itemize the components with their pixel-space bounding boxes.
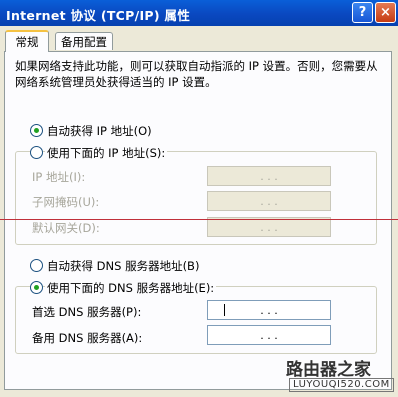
intro-text: 如果网络支持此功能，则可以获取自动指派的 IP 设置。否则，您需要从网络系统管理… xyxy=(15,59,378,89)
default-gateway-label: 默认网关(D): xyxy=(32,221,100,235)
alternate-dns-label: 备用 DNS 服务器(A): xyxy=(32,331,143,345)
preferred-dns-value: . . . xyxy=(260,303,278,317)
red-divider-line xyxy=(0,219,398,220)
tab-alternate-configuration[interactable]: 备用配置 xyxy=(55,32,113,50)
auto-dns-label[interactable]: 自动获得 DNS 服务器地址(B) xyxy=(47,258,199,274)
help-button[interactable]: ? xyxy=(352,2,373,23)
ip-address-field[interactable]: . . . xyxy=(207,166,331,186)
watermark-logo: 路由器之家 xyxy=(286,360,371,380)
watermark-url: LUYOUQI520.COM xyxy=(289,378,394,392)
default-gateway-field[interactable]: . . . xyxy=(207,217,331,237)
tab-general[interactable]: 常规 xyxy=(5,30,49,52)
window-title: Internet 协议 (TCP/IP) 属性 xyxy=(6,8,191,23)
tab-alternate-configuration-label: 备用配置 xyxy=(61,35,107,49)
subnet-mask-value: . . . xyxy=(260,194,278,208)
ip-address-label: IP 地址(I): xyxy=(32,170,86,184)
auto-ip-radio[interactable] xyxy=(30,124,43,137)
subnet-mask-label: 子网掩码(U): xyxy=(32,195,100,209)
alternate-dns-value: . . . xyxy=(260,328,278,342)
tab-general-label: 常规 xyxy=(15,35,39,49)
close-icon: × xyxy=(380,5,391,20)
auto-ip-label[interactable]: 自动获得 IP 地址(O) xyxy=(47,123,152,139)
manual-ip-label[interactable]: 使用下面的 IP 地址(S): xyxy=(45,145,168,161)
manual-dns-radio[interactable] xyxy=(30,281,43,294)
default-gateway-value: . . . xyxy=(260,220,278,234)
auto-dns-radio[interactable] xyxy=(30,259,43,272)
ip-address-value: . . . xyxy=(260,169,278,183)
text-cursor xyxy=(224,304,225,316)
alternate-dns-field[interactable]: . . . xyxy=(207,325,331,345)
preferred-dns-label: 首选 DNS 服务器(P): xyxy=(32,305,142,319)
help-icon: ? xyxy=(358,5,367,20)
manual-dns-label[interactable]: 使用下面的 DNS 服务器地址(E): xyxy=(45,280,217,296)
manual-ip-radio[interactable] xyxy=(30,146,43,159)
close-button[interactable]: × xyxy=(375,2,396,23)
subnet-mask-field[interactable]: . . . xyxy=(207,191,331,211)
preferred-dns-field[interactable]: . . . xyxy=(207,300,331,320)
tcpip-properties-dialog: Internet 协议 (TCP/IP) 属性 ? × 常规 备用配置 如果网络… xyxy=(0,0,398,397)
title-bar[interactable]: Internet 协议 (TCP/IP) 属性 ? × xyxy=(0,0,398,26)
